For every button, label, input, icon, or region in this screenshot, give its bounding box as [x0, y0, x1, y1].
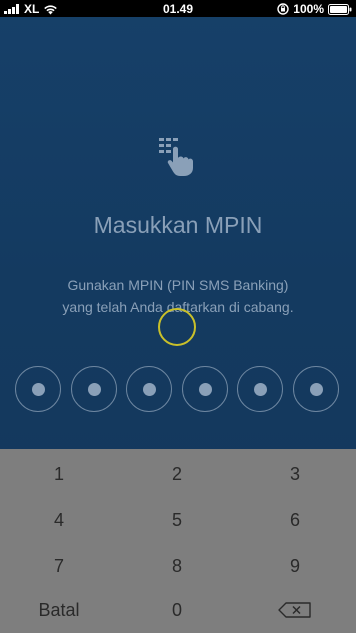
key-1[interactable]: 1: [0, 451, 118, 497]
pin-indicator-row: [0, 366, 356, 414]
orientation-lock-icon: [277, 3, 289, 15]
pin-dot: [237, 366, 283, 412]
numeric-keypad: 1 2 3 4 5 6 7 8 9 Batal 0: [0, 449, 356, 633]
key-9[interactable]: 9: [236, 543, 354, 589]
pin-dot: [293, 366, 339, 412]
key-3[interactable]: 3: [236, 451, 354, 497]
key-6[interactable]: 6: [236, 497, 354, 543]
key-8[interactable]: 8: [118, 543, 236, 589]
pin-dot: [15, 366, 61, 412]
key-5[interactable]: 5: [118, 497, 236, 543]
page-title: Masukkan MPIN: [93, 212, 263, 238]
cancel-button[interactable]: Batal: [0, 587, 118, 633]
backspace-button[interactable]: [236, 587, 354, 633]
instruction-line-1: Gunakan MPIN (PIN SMS Banking): [67, 277, 289, 293]
pin-dot: [71, 366, 117, 412]
key-0[interactable]: 0: [118, 587, 236, 633]
status-right: 100%: [277, 2, 352, 16]
mpin-screen: XL 01.49 100% Masukkan MPIN Gunakan MPIN…: [0, 0, 356, 633]
key-7[interactable]: 7: [0, 543, 118, 589]
battery-percent: 100%: [293, 2, 324, 16]
pin-dot: [126, 366, 172, 412]
key-2[interactable]: 2: [118, 451, 236, 497]
loading-spinner: [158, 308, 196, 346]
hand-keypad-icon: [157, 134, 199, 178]
key-4[interactable]: 4: [0, 497, 118, 543]
backspace-icon: [278, 602, 312, 618]
pin-dot: [182, 366, 228, 412]
battery-icon: [328, 3, 352, 15]
status-bar: XL 01.49 100%: [0, 0, 356, 17]
